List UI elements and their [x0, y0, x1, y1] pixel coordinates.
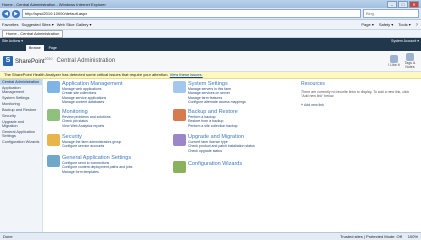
page-menu[interactable]: Page ▾: [360, 22, 374, 27]
group-title[interactable]: Configuration Wizards: [188, 161, 242, 167]
site-actions-menu[interactable]: Site Actions ▾: [2, 39, 23, 43]
nav-general-settings[interactable]: General Application Settings: [0, 129, 42, 139]
group-system-settings: System Settings Manage servers in this f…: [173, 81, 246, 104]
product-name: SharePoint: [15, 59, 45, 65]
browser-tab[interactable]: Home - Central Administration: [2, 29, 64, 38]
view-issues-link[interactable]: View these issues.: [170, 72, 203, 77]
group-link[interactable]: Configure content deployment paths and j…: [62, 165, 132, 169]
maximize-button[interactable]: □: [398, 0, 408, 8]
group-upgrade-migration: Upgrade and Migration Convert farm licen…: [173, 134, 255, 153]
group-link[interactable]: Manage content databases: [62, 100, 123, 104]
address-toolbar: ◀ ▶ http://spsd2010:10000/default.aspx B…: [0, 8, 421, 20]
general-settings-icon: [47, 155, 60, 167]
nav-application-management[interactable]: Application Management: [0, 85, 42, 95]
favorites-bar: Favorites Suggested Sites ▾ Web Slice Ga…: [0, 20, 421, 30]
i-like-it-button[interactable]: I Like It: [386, 55, 402, 67]
application-management-icon: [47, 81, 60, 93]
address-bar[interactable]: http://spsd2010:10000/default.aspx: [22, 9, 361, 18]
product-version: 2010: [44, 57, 53, 61]
add-new-link[interactable]: + Add new link: [301, 103, 411, 107]
system-settings-icon: [173, 81, 186, 93]
minimize-button[interactable]: –: [387, 0, 397, 8]
resources-panel: Resources There are currently no favorit…: [301, 81, 411, 107]
tags-notes-button[interactable]: Tags & Notes: [402, 53, 418, 69]
security-icon: [47, 134, 60, 146]
sharepoint-icon: S: [3, 56, 13, 66]
tab-page[interactable]: Page: [46, 45, 60, 51]
group-link[interactable]: Perform a site collection backup: [188, 124, 238, 128]
backup-restore-icon: [173, 109, 186, 121]
page-body: Central Administration Application Manag…: [0, 79, 421, 240]
group-link[interactable]: Manage form templates: [62, 170, 132, 174]
group-link[interactable]: Check upgrade status: [188, 149, 255, 153]
back-button[interactable]: ◀: [2, 9, 10, 18]
resources-title: Resources: [301, 81, 325, 87]
user-menu[interactable]: System Account ▾: [391, 39, 419, 43]
group-monitoring: Monitoring Review problems and solutions…: [47, 109, 110, 128]
health-analyzer-notice: The SharePoint Health Analyzer has detec…: [0, 72, 421, 79]
tools-menu[interactable]: Tools ▾: [397, 22, 411, 27]
web-slice-gallery-link[interactable]: Web Slice Gallery ▾: [57, 22, 92, 27]
notice-text: The SharePoint Health Analyzer has detec…: [4, 72, 169, 77]
suggested-sites-link[interactable]: Suggested Sites ▾: [21, 22, 53, 27]
group-general-settings: General Application Settings Configure s…: [47, 155, 132, 174]
sharepoint-logo[interactable]: S SharePoint2010 Central Administration: [3, 56, 115, 66]
upgrade-migration-icon: [173, 134, 186, 146]
group-link[interactable]: Configure service accounts: [62, 144, 121, 148]
window-title: Home - Central Administration - Windows …: [2, 1, 106, 7]
status-text: Done: [3, 234, 13, 239]
zoom-level[interactable]: 100%: [408, 234, 418, 239]
window-titlebar: Home - Central Administration - Windows …: [0, 0, 421, 8]
group-configuration-wizards: Configuration Wizards: [173, 161, 242, 173]
ribbon-tabs: Browse Page: [0, 44, 421, 51]
group-link[interactable]: Configure alternate access mappings: [188, 100, 246, 104]
site-title[interactable]: Central Administration: [56, 58, 115, 64]
site-header: S SharePoint2010 Central Administration …: [0, 51, 421, 72]
help-menu[interactable]: ?: [415, 22, 419, 27]
left-navigation: Central Administration Application Manag…: [0, 79, 43, 240]
safety-menu[interactable]: Safety ▾: [378, 22, 394, 27]
security-zone: Trusted sites | Protected Mode: Off: [340, 234, 402, 239]
browser-window: Home - Central Administration - Windows …: [0, 0, 421, 240]
tag-icon: [406, 53, 414, 61]
tab-row: Home - Central Administration: [0, 29, 421, 38]
group-application-management: Application Management Manage web applic…: [47, 81, 123, 104]
group-link[interactable]: Check product and patch installation sta…: [188, 144, 255, 148]
monitoring-icon: [47, 109, 60, 121]
close-button[interactable]: ✕: [409, 0, 419, 8]
group-link[interactable]: View Web Analytics reports: [62, 124, 110, 128]
main-content: Application Management Manage web applic…: [43, 79, 421, 240]
tab-browse[interactable]: Browse: [26, 45, 44, 51]
nav-upgrade-migration[interactable]: Upgrade and Migration: [0, 119, 42, 129]
group-security: Security Manage the farm administrators …: [47, 134, 121, 149]
status-bar: Done Trusted sites | Protected Mode: Off…: [0, 232, 421, 240]
thumbs-up-icon: [390, 55, 398, 63]
nav-configuration-wizards[interactable]: Configuration Wizards: [0, 139, 42, 145]
forward-button[interactable]: ▶: [12, 9, 20, 18]
search-input[interactable]: Bing: [363, 9, 419, 18]
group-backup-restore: Backup and Restore Perform a backup Rest…: [173, 109, 238, 128]
configuration-wizards-icon: [173, 161, 186, 173]
favorites-button[interactable]: Favorites: [2, 22, 18, 27]
resources-empty-text: There are currently no favorite links to…: [301, 90, 410, 98]
